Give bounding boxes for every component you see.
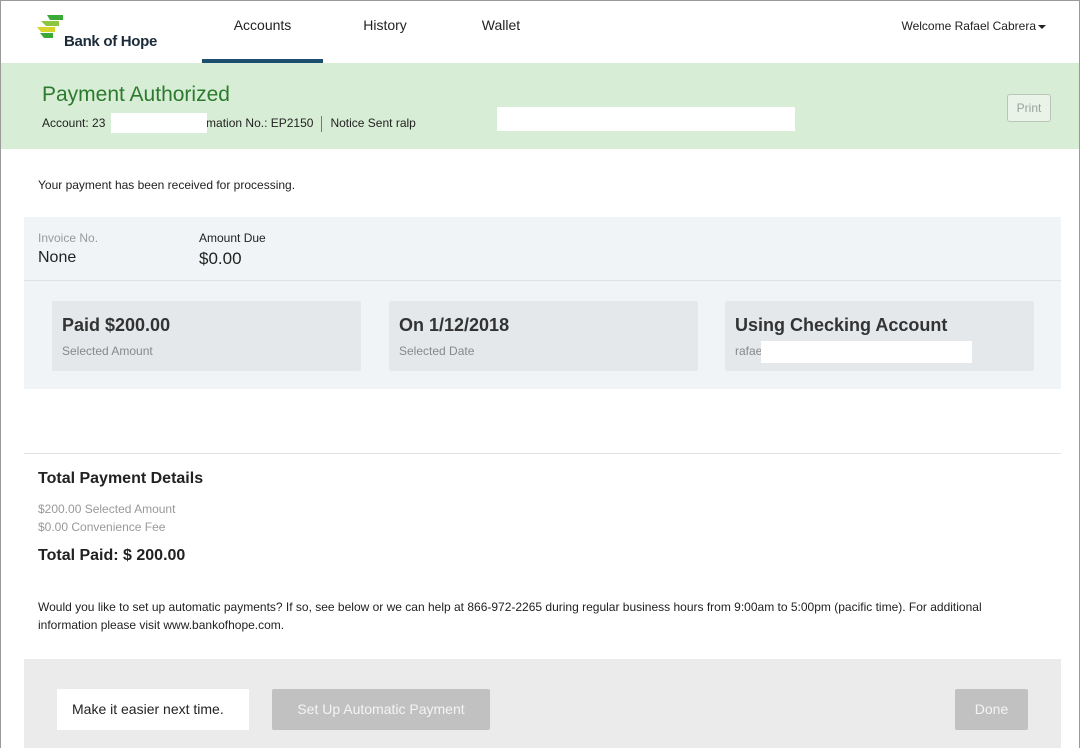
invoice-label: Invoice No. [38,231,99,245]
done-button[interactable]: Done [955,689,1028,730]
invoice-panel: Invoice No. None Amount Due $0.00 Paid $… [24,217,1061,389]
page: Bank of Hope Accounts History Wallet Wel… [0,0,1080,748]
panel-divider [24,280,1061,281]
notice-sent: Notice Sent ralp [330,116,416,131]
totals-heading: Total Payment Details [38,470,204,487]
redaction-block [497,107,795,131]
total-paid: Total Paid: $ 200.00 [38,547,186,564]
banner-meta: Account: 23 nfirmation No.: EP2150 Notice … [42,116,416,132]
payment-method-card: Using Checking Account rafae [725,301,1034,371]
amount-due-value: $0.00 [199,249,242,268]
top-nav: Bank of Hope Accounts History Wallet Wel… [1,1,1079,63]
tab-accounts[interactable]: Accounts [202,1,323,63]
confirmation-number: nfirmation No.: EP2150 [189,116,314,131]
convenience-fee-line: $0.00 Convenience Fee [38,520,166,534]
footer-bar: Make it easier next time. Set Up Automat… [24,659,1061,748]
invoice-value: None [38,249,77,266]
redaction-block [111,113,207,133]
footer-prompt: Make it easier next time. [57,689,249,730]
selected-amount-line: $200.00 Selected Amount [38,502,176,516]
card-title: On 1/12/2018 [399,315,510,335]
card-title: Using Checking Account [735,315,948,335]
paid-amount-card: Paid $200.00 Selected Amount [52,301,361,371]
card-subtitle: Selected Amount [62,344,153,358]
account-number: Account: 23 [42,116,106,131]
confirmation-banner: Payment Authorized Account: 23 nfirmation… [1,63,1079,149]
print-button[interactable]: Print [1007,94,1051,122]
card-subtitle: Selected Date [399,344,475,358]
page-title: Payment Authorized [42,83,230,106]
bank-logo[interactable]: Bank of Hope [37,13,177,53]
tab-wallet[interactable]: Wallet [461,1,541,63]
received-message: Your payment has been received for proce… [38,178,296,192]
caret-down-icon [1038,24,1046,29]
payment-date-card: On 1/12/2018 Selected Date [389,301,698,371]
autopay-info: Would you like to set up automatic payme… [38,600,982,632]
bank-name: Bank of Hope [64,33,158,50]
tab-history[interactable]: History [345,1,425,63]
amount-due-label: Amount Due [199,231,266,245]
section-divider [24,453,1061,454]
card-title: Paid $200.00 [62,315,171,335]
redaction-block [761,341,972,363]
bank-logo-icon [37,15,63,38]
welcome-text: Welcome Rafael Cabrera [901,19,1036,33]
user-menu[interactable]: Welcome Rafael Cabrera [901,19,1046,33]
meta-divider [321,116,323,132]
setup-autopay-button[interactable]: Set Up Automatic Payment [272,689,490,730]
card-subtitle: rafae [735,344,763,358]
